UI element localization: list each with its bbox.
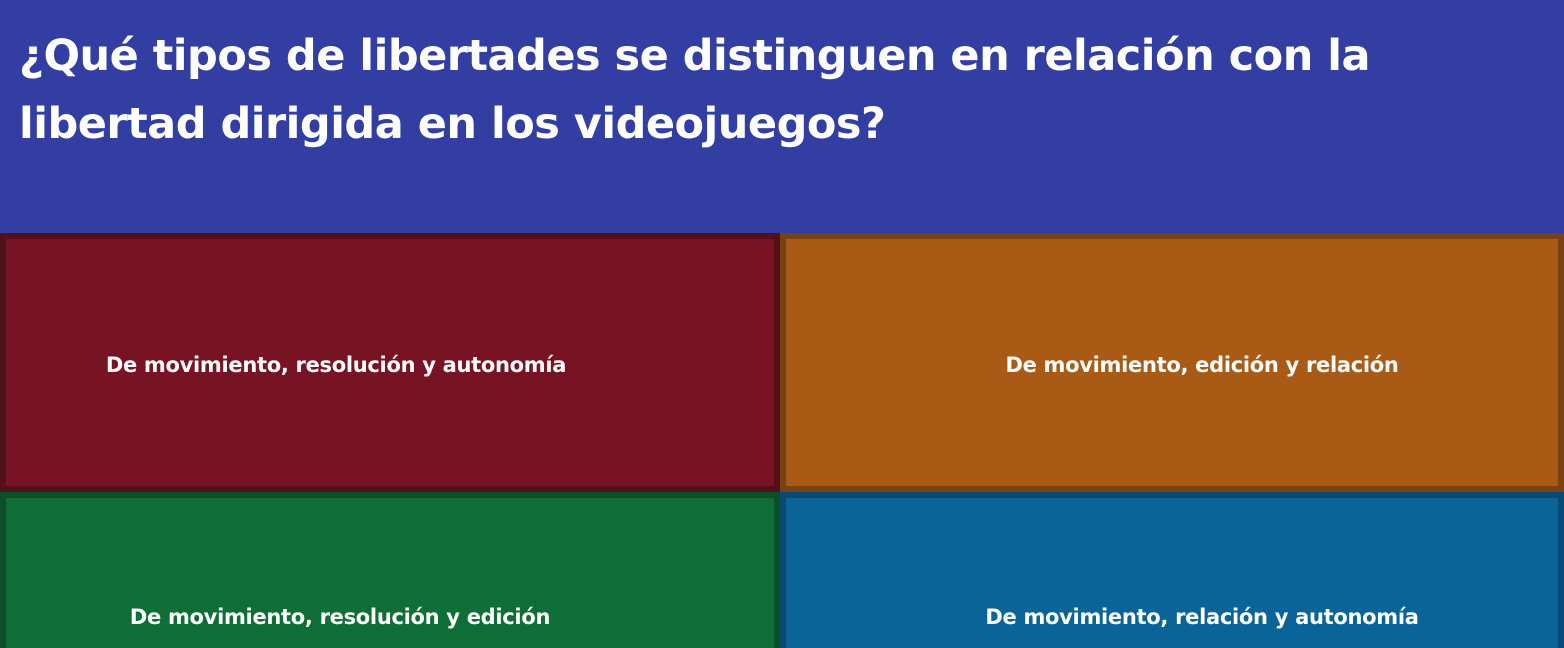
answer-option-2[interactable]: De movimiento, edición y relación: [780, 233, 1564, 492]
answer-option-3[interactable]: De movimiento, resolución y edición: [0, 492, 780, 648]
answer-option-1[interactable]: De movimiento, resolución y autonomía: [0, 233, 780, 492]
question-text: ¿Qué tipos de libertades se distinguen e…: [19, 31, 1371, 149]
answer-option-2-label: De movimiento, edición y relación: [1005, 352, 1399, 377]
question-header: ¿Qué tipos de libertades se distinguen e…: [0, 0, 1564, 233]
quiz-page: ¿Qué tipos de libertades se distinguen e…: [0, 0, 1564, 648]
answer-option-1-label: De movimiento, resolución y autonomía: [105, 352, 567, 377]
answer-option-4[interactable]: De movimiento, relación y autonomía: [780, 492, 1564, 648]
answer-grid: De movimiento, resolución y autonomía De…: [0, 233, 1564, 648]
answer-option-3-label: De movimiento, resolución y edición: [129, 605, 551, 629]
answer-option-4-label: De movimiento, relación y autonomía: [985, 605, 1419, 629]
